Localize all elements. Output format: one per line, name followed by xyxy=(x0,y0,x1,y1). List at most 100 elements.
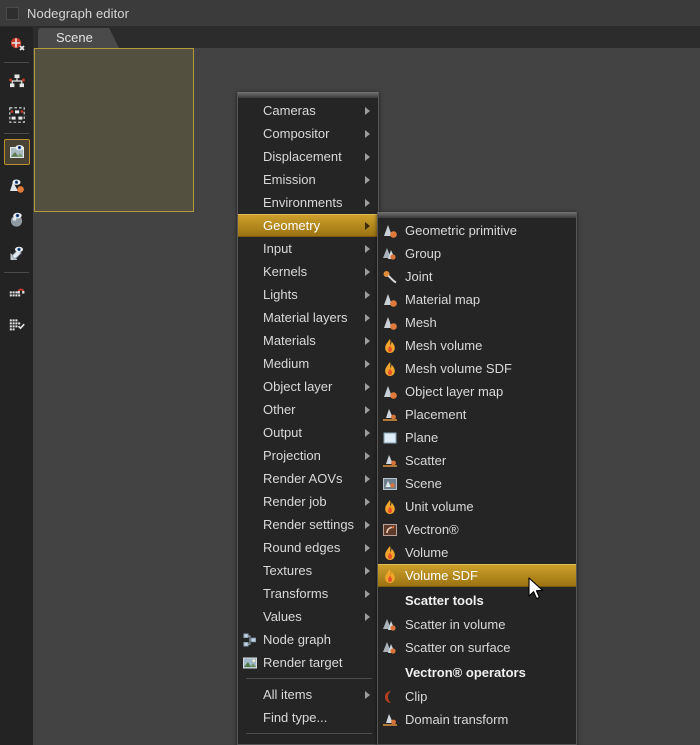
menu-item-label: Group xyxy=(405,246,442,261)
menu-item-label: Textures xyxy=(263,563,313,578)
menu-item-render-job[interactable]: Render job xyxy=(238,490,378,513)
chevron-right-icon xyxy=(365,428,370,437)
chevron-right-icon xyxy=(365,451,370,460)
menu-item-separator xyxy=(246,678,372,679)
submenu-item-vectron[interactable]: Vectron® xyxy=(378,518,576,541)
node-select-icon xyxy=(4,68,30,94)
group-icon xyxy=(381,639,399,657)
rail-item-render-preview[interactable] xyxy=(0,135,33,169)
submenu-item-geometric-primitive[interactable]: Geometric primitive xyxy=(378,219,576,242)
page-title: Nodegraph editor xyxy=(27,5,130,21)
menu-item-label: Kernels xyxy=(263,264,308,279)
chevron-right-icon xyxy=(365,690,370,699)
submenu-item-header: Scatter tools xyxy=(405,592,484,608)
submenu-item-object-layer-map[interactable]: Object layer map xyxy=(378,380,576,403)
rail-item-grid-snap[interactable] xyxy=(0,308,33,342)
menu-item-round-edges[interactable]: Round edges xyxy=(238,536,378,559)
menu-item-node-graph[interactable]: Node graph xyxy=(238,628,378,651)
context-submenu-geometry: Geometric primitive Group Joint Material ma… xyxy=(377,212,577,745)
menu-item-output[interactable]: Output xyxy=(238,421,378,444)
node-graph-icon xyxy=(241,631,259,649)
submenu-item-mesh-volume-sdf[interactable]: Mesh volume SDF xyxy=(378,357,576,380)
render-preview-icon xyxy=(3,139,30,165)
menu-item-input[interactable]: Input xyxy=(238,237,378,260)
menu-item-compositor[interactable]: Compositor xyxy=(238,122,378,145)
submenu-item-domain-transform[interactable]: Domain transform xyxy=(378,708,576,731)
rail-item-node-group[interactable] xyxy=(0,98,33,132)
menu-item-environments[interactable]: Environments xyxy=(238,191,378,214)
menu-item-medium[interactable]: Medium xyxy=(238,352,378,375)
menu-item-cameras[interactable]: Cameras xyxy=(238,99,378,122)
menu-item-label: Vectron® xyxy=(405,522,459,537)
chevron-right-icon xyxy=(365,543,370,552)
submenu-item-material-map[interactable]: Material map xyxy=(378,288,576,311)
rail-item-sphere-preview[interactable] xyxy=(0,203,33,237)
menu-item-all-items[interactable]: All items xyxy=(238,683,378,706)
geometry-cone-icon xyxy=(381,383,399,401)
submenu-item-volume-sdf[interactable]: Volume SDF xyxy=(378,564,576,587)
menu-item-transforms[interactable]: Transforms xyxy=(238,582,378,605)
menu-item-projection[interactable]: Projection xyxy=(238,444,378,467)
rail-item-magnet-snap[interactable] xyxy=(0,274,33,308)
submenu-item-clip[interactable]: Clip xyxy=(378,685,576,708)
menu-item-label: Mesh volume SDF xyxy=(405,361,512,376)
rail-item-node-select[interactable] xyxy=(0,64,33,98)
menu-item-kernels[interactable]: Kernels xyxy=(238,260,378,283)
menu-item-label: Render target xyxy=(263,655,343,670)
submenu-item-mesh[interactable]: Mesh xyxy=(378,311,576,334)
menu-item-material-layers[interactable]: Material layers xyxy=(238,306,378,329)
submenu-item-placement[interactable]: Placement xyxy=(378,403,576,426)
rail-item-material-preview[interactable] xyxy=(0,169,33,203)
chevron-right-icon xyxy=(365,359,370,368)
flame-icon xyxy=(381,544,399,562)
menu-item-render-settings[interactable]: Render settings xyxy=(238,513,378,536)
menu-item-label: Object layer xyxy=(263,379,333,394)
chevron-right-icon xyxy=(365,382,370,391)
clip-icon xyxy=(381,688,399,706)
selected-node-rect[interactable] xyxy=(34,48,194,212)
submenu-item-group[interactable]: Group xyxy=(378,242,576,265)
submenu-item-scatter-in-volume[interactable]: Scatter in volume xyxy=(378,613,576,636)
placement-icon xyxy=(381,452,399,470)
menu-item-label: Input xyxy=(263,241,292,256)
flame-icon xyxy=(381,360,399,378)
menu-item-displacement[interactable]: Displacement xyxy=(238,145,378,168)
menu-item-find-type[interactable]: Find type... xyxy=(238,706,378,729)
menu-item-label: Scatter xyxy=(405,453,447,468)
window-titlebar: Nodegraph editor xyxy=(0,0,700,27)
submenu-item-plane[interactable]: Plane xyxy=(378,426,576,449)
menu-item-textures[interactable]: Textures xyxy=(238,559,378,582)
menu-item-materials[interactable]: Materials xyxy=(238,329,378,352)
menu-item-geometry[interactable]: Geometry xyxy=(238,214,378,237)
geometry-cone-icon xyxy=(381,314,399,332)
submenu-item-joint[interactable]: Joint xyxy=(378,265,576,288)
submenu-item-scene[interactable]: Scene xyxy=(378,472,576,495)
submenu-item-scatter-on-surface[interactable]: Scatter on surface xyxy=(378,636,576,659)
magnet-snap-icon xyxy=(4,278,30,304)
chevron-right-icon xyxy=(365,198,370,207)
menu-item-emission[interactable]: Emission xyxy=(238,168,378,191)
flame-icon xyxy=(381,498,399,516)
menu-item-label: Projection xyxy=(263,448,321,463)
rail-item-paint-preview[interactable] xyxy=(0,237,33,271)
submenu-item-mesh-volume[interactable]: Mesh volume xyxy=(378,334,576,357)
menu-item-values[interactable]: Values xyxy=(238,605,378,628)
checkbox-unchecked-icon[interactable] xyxy=(6,6,19,20)
submenu-item-unit-volume[interactable]: Unit volume xyxy=(378,495,576,518)
submenu-item-volume[interactable]: Volume xyxy=(378,541,576,564)
menu-item-render-aovs[interactable]: Render AOVs xyxy=(238,467,378,490)
chevron-right-icon xyxy=(365,405,370,414)
menu-item-label: Medium xyxy=(263,356,310,371)
menu-item-object-layer[interactable]: Object layer xyxy=(238,375,378,398)
vectron-icon xyxy=(381,521,399,539)
menu-item-other[interactable]: Other xyxy=(238,398,378,421)
geometry-cone-icon xyxy=(381,222,399,240)
menu-item-lights[interactable]: Lights xyxy=(238,283,378,306)
menu-item-label: Cameras xyxy=(263,103,316,118)
menu-item-label: Transforms xyxy=(263,586,329,601)
menu-item-render-target[interactable]: Render target xyxy=(238,651,378,674)
rail-item-scatter-select[interactable] xyxy=(0,27,33,61)
tab-scene[interactable]: Scene xyxy=(38,28,119,48)
menu-item-label: Placement xyxy=(405,407,467,422)
submenu-item-scatter[interactable]: Scatter xyxy=(378,449,576,472)
